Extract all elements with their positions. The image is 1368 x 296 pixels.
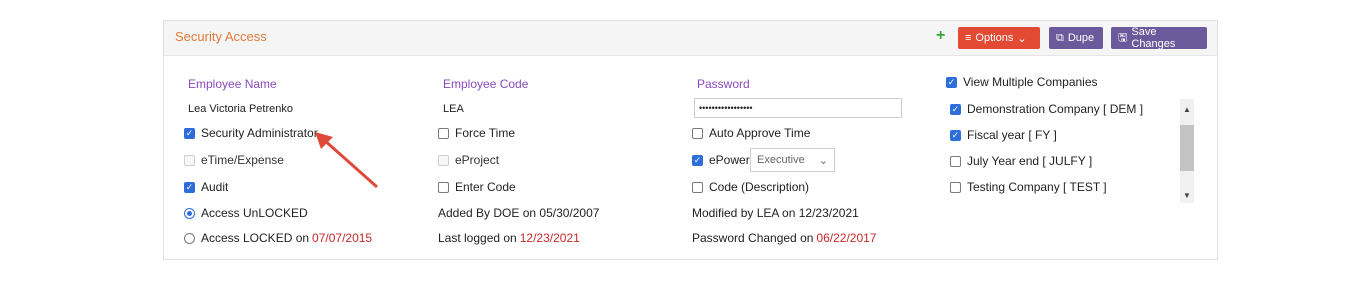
modified-by-label: Modified by LEA on 12/23/2021 [692, 206, 859, 220]
audit-checkbox[interactable]: ✓ [184, 181, 195, 193]
audit-checkbox-row[interactable]: ✓ Audit [184, 180, 228, 194]
employee-name-label: Employee Name [188, 77, 277, 91]
auto-approve-checkbox[interactable] [692, 127, 703, 139]
epower-level-select[interactable]: Executive ⌄ [750, 148, 835, 172]
company-label: July Year end [ JULFY ] [967, 154, 1093, 168]
access-locked-radio[interactable] [184, 232, 195, 244]
epower-checkbox-row[interactable]: ✓ ePower [692, 153, 750, 167]
add-plus-icon[interactable]: + [936, 27, 945, 45]
company-label: Demonstration Company [ DEM ] [967, 102, 1144, 116]
access-unlocked-label: Access UnLOCKED [201, 206, 308, 220]
options-button[interactable]: ≡ Options ⌄ [958, 27, 1040, 49]
access-locked-label: Access LOCKED on [201, 231, 310, 245]
chevron-down-icon: ⌄ [1017, 32, 1027, 45]
audit-label: Audit [201, 180, 229, 194]
save-icon: 🖫 [1118, 31, 1128, 44]
security-admin-checkbox[interactable]: ✓ [184, 127, 195, 139]
force-time-label: Force Time [455, 126, 516, 140]
company-label: Testing Company [ TEST ] [967, 180, 1107, 194]
added-by-text: Added By DOE on 05/30/2007 [438, 206, 599, 220]
company-item[interactable]: July Year end [ JULFY ] [950, 154, 1092, 168]
code-description-checkbox-row[interactable]: Code (Description) [692, 180, 809, 194]
auto-approve-label: Auto Approve Time [709, 126, 811, 140]
scroll-up-arrow-icon[interactable]: ▲ [1183, 105, 1191, 114]
view-multiple-companies-row[interactable]: ✓ View Multiple Companies [946, 75, 1098, 89]
last-logged-label: Last logged on [438, 231, 517, 245]
security-admin-checkbox-row[interactable]: ✓ Security Administrator [184, 126, 318, 140]
options-label: Options [975, 32, 1014, 44]
code-description-label: Code (Description) [709, 180, 810, 194]
dupe-label: Dupe [1067, 32, 1095, 44]
password-changed-label: Password Changed on [692, 231, 814, 245]
company-item[interactable]: Testing Company [ TEST ] [950, 180, 1107, 194]
list-icon: ≡ [965, 32, 972, 44]
modified-by-text: Modified by LEA on 12/23/2021 [692, 206, 859, 220]
annotation-arrow-icon [315, 132, 378, 189]
epower-checkbox[interactable]: ✓ [692, 154, 703, 166]
dupe-button[interactable]: ⧉ Dupe [1049, 27, 1103, 49]
auto-approve-checkbox-row[interactable]: Auto Approve Time [692, 126, 810, 140]
code-description-checkbox[interactable] [692, 181, 703, 193]
access-locked-date: 07/07/2015 [312, 231, 373, 245]
etime-checkbox [184, 154, 195, 166]
access-unlocked-radio[interactable] [184, 207, 195, 219]
panel-title: Security Access [175, 29, 267, 44]
force-time-checkbox-row[interactable]: Force Time [438, 126, 515, 140]
employee-code-value: LEA [443, 103, 464, 115]
epower-level-value: Executive [757, 154, 805, 166]
last-logged-date: 12/23/2021 [519, 231, 580, 245]
panel-header: Security Access + ≡ Options ⌄ ⧉ Dupe 🖫 S… [164, 21, 1217, 56]
security-admin-label: Security Administrator [201, 126, 318, 140]
etime-checkbox-row: eTime/Expense [184, 153, 284, 167]
enter-code-checkbox-row[interactable]: Enter Code [438, 180, 516, 194]
last-logged-text: Last logged on 12/23/2021 [438, 231, 580, 245]
companies-scrollbar-thumb[interactable] [1180, 125, 1194, 171]
eproject-label: eProject [455, 153, 500, 167]
employee-name-value: Lea Victoria Petrenko [188, 103, 293, 115]
security-access-panel: Security Access + ≡ Options ⌄ ⧉ Dupe 🖫 S… [163, 20, 1218, 260]
password-label: Password [697, 77, 750, 91]
company-item[interactable]: ✓ Demonstration Company [ DEM ] [950, 102, 1143, 116]
company-label: Fiscal year [ FY ] [967, 128, 1057, 142]
enter-code-label: Enter Code [455, 180, 516, 194]
epower-label: ePower [709, 153, 750, 167]
password-input[interactable]: ••••••••••••••••• [694, 98, 902, 118]
scroll-down-arrow-icon[interactable]: ▼ [1183, 191, 1191, 200]
added-by-label: Added By DOE on 05/30/2007 [438, 206, 600, 220]
enter-code-checkbox[interactable] [438, 181, 449, 193]
company-checkbox[interactable]: ✓ [950, 103, 961, 115]
company-checkbox[interactable] [950, 155, 961, 167]
view-multiple-companies-checkbox[interactable]: ✓ [946, 76, 957, 88]
eproject-checkbox-row: eProject [438, 153, 499, 167]
view-multiple-companies-label: View Multiple Companies [963, 75, 1098, 89]
etime-label: eTime/Expense [201, 153, 284, 167]
eproject-checkbox [438, 154, 449, 166]
company-checkbox[interactable]: ✓ [950, 129, 961, 141]
copy-icon: ⧉ [1056, 31, 1064, 44]
employee-code-label: Employee Code [443, 77, 529, 91]
access-unlocked-radio-row[interactable]: Access UnLOCKED [184, 206, 308, 220]
save-changes-button[interactable]: 🖫 Save Changes [1111, 26, 1207, 50]
company-item[interactable]: ✓ Fiscal year [ FY ] [950, 128, 1057, 142]
password-changed-date: 06/22/2017 [816, 231, 877, 245]
chevron-down-icon: ⌄ [818, 154, 828, 167]
companies-listbox[interactable]: ✓ Demonstration Company [ DEM ] ✓ Fiscal… [946, 99, 1194, 223]
password-changed-text: Password Changed on 06/22/2017 [692, 231, 876, 245]
save-label: Save Changes [1131, 26, 1176, 50]
company-checkbox[interactable] [950, 181, 961, 193]
force-time-checkbox[interactable] [438, 127, 449, 139]
access-locked-radio-row[interactable]: Access LOCKED on 07/07/2015 [184, 231, 372, 245]
